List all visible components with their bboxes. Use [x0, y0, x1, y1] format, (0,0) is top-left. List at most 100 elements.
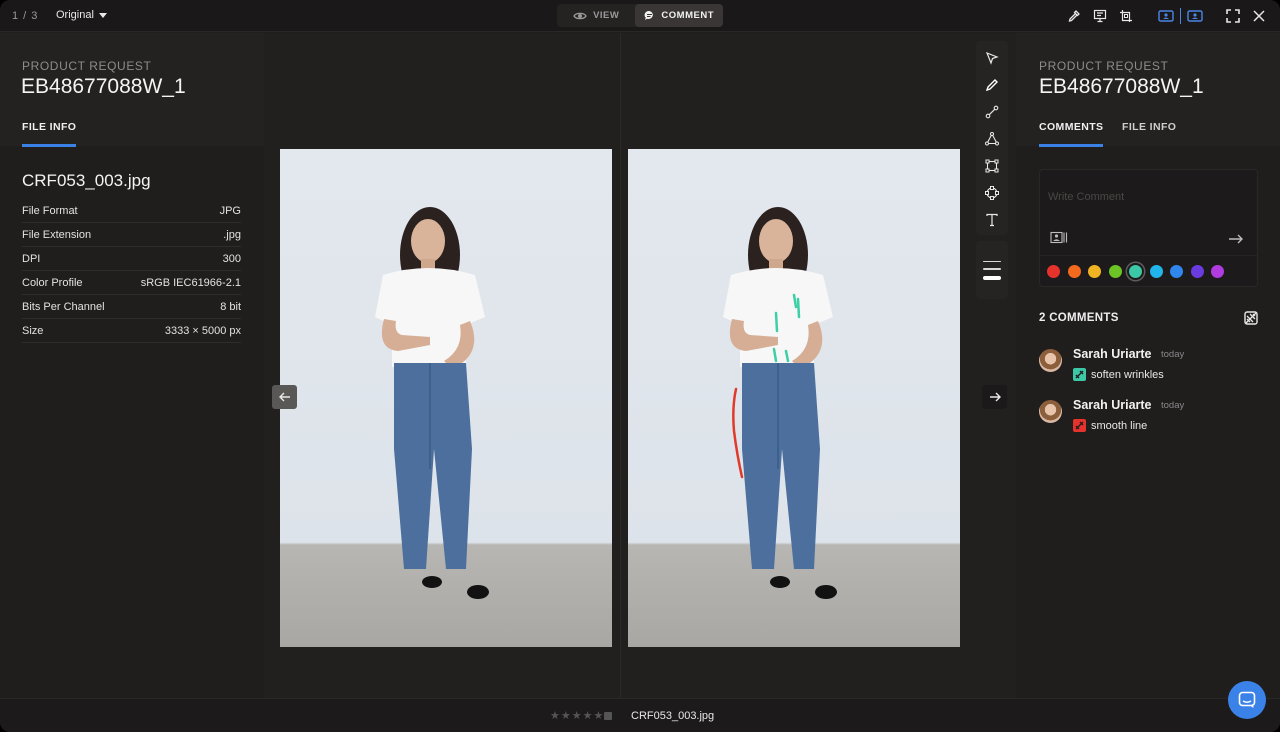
model-photo — [723, 207, 837, 599]
star-icon[interactable]: ★ — [572, 711, 582, 722]
annotated-image — [628, 149, 960, 647]
property-row: Color Profile sRGB IEC61966-2.1 — [22, 271, 241, 295]
ellipse-icon — [985, 186, 999, 200]
comment-time: today — [1161, 400, 1185, 411]
send-comment-button[interactable] — [1228, 231, 1244, 249]
property-value: sRGB IEC61966-2.1 — [140, 276, 241, 289]
left-panel-header: PRODUCT REQUEST EB48677088W_1 FILE INFO — [0, 33, 264, 147]
property-row: File Format JPG — [22, 199, 241, 223]
polygon-tool[interactable] — [982, 130, 1002, 148]
comment-author: Sarah Uriarte — [1073, 347, 1152, 361]
file-properties: File Format JPG File Extension .jpg DPI 300… — [22, 199, 241, 343]
rating-stars: ★ ★ ★ ★ ★ — [550, 711, 604, 722]
compare-button[interactable] — [1087, 5, 1113, 27]
star-icon[interactable]: ★ — [550, 711, 560, 722]
property-value: 300 — [222, 252, 241, 265]
text-tool[interactable] — [982, 211, 1002, 229]
support-chat-button[interactable] — [1228, 681, 1266, 719]
annotation-marker-icon — [1073, 419, 1086, 432]
property-key: Size — [22, 324, 44, 337]
close-button[interactable] — [1246, 5, 1272, 27]
property-row: File Extension .jpg — [22, 223, 241, 247]
request-id: EB48677088W_1 — [21, 75, 186, 98]
single-view-icon — [1158, 10, 1174, 22]
rectangle-icon — [985, 159, 999, 173]
next-image-button[interactable] — [982, 385, 1007, 409]
pencil-tool[interactable] — [982, 76, 1002, 94]
eyedropper-button[interactable] — [1061, 5, 1087, 27]
select-tool[interactable] — [982, 49, 1002, 67]
ellipse-tool[interactable] — [982, 184, 1002, 202]
color-swatch-teal[interactable] — [1129, 265, 1142, 278]
right-panel-header: PRODUCT REQUEST EB48677088W_1 COMMENTS F… — [1016, 33, 1280, 147]
attach-button[interactable] — [1050, 231, 1068, 249]
previous-image-button[interactable] — [272, 385, 297, 409]
comment-item[interactable]: Sarah Uriarte today soften wrinkles — [1039, 347, 1259, 391]
rectangle-tool[interactable] — [982, 157, 1002, 175]
star-icon[interactable]: ★ — [594, 711, 604, 722]
comment-mode-button[interactable]: COMMENT — [635, 4, 723, 27]
line-tool[interactable] — [982, 103, 1002, 121]
image-counter: 1 / 3 — [12, 10, 39, 22]
star-icon[interactable]: ★ — [583, 711, 593, 722]
bottom-bar: ★ ★ ★ ★ ★ CRF053_003.jpg — [0, 698, 1280, 732]
comment-input[interactable] — [1040, 170, 1257, 224]
crop-button[interactable] — [1113, 5, 1139, 27]
property-key: Color Profile — [22, 276, 83, 289]
comment-body: smooth line — [1073, 419, 1147, 432]
comment-item[interactable]: Sarah Uriarte today smooth line — [1039, 398, 1259, 442]
color-swatch-sky[interactable] — [1149, 265, 1163, 278]
version-label: Original — [56, 9, 94, 21]
color-swatch-orange[interactable] — [1067, 265, 1081, 278]
property-value: 8 bit — [220, 300, 241, 313]
avatar — [1039, 400, 1062, 423]
color-swatch-indigo[interactable] — [1190, 265, 1204, 278]
stroke-thin[interactable] — [983, 260, 1001, 262]
fullscreen-button[interactable] — [1220, 5, 1246, 27]
tab-comments[interactable]: COMMENTS — [1039, 121, 1104, 147]
text-icon — [986, 213, 998, 227]
red-annotation-stroke — [732, 387, 744, 479]
file-info-panel: PRODUCT REQUEST EB48677088W_1 FILE INFO … — [0, 33, 264, 698]
property-value: .jpg — [223, 228, 241, 241]
comment-mode-label: COMMENT — [661, 10, 714, 21]
tab-file-info[interactable]: FILE INFO — [22, 121, 77, 147]
property-value: JPG — [219, 204, 241, 217]
comment-text: soften wrinkles — [1091, 368, 1164, 381]
fullscreen-icon — [1226, 9, 1240, 23]
version-dropdown[interactable]: Original — [56, 9, 107, 21]
color-swatch-blue[interactable] — [1170, 265, 1183, 278]
color-swatch-red[interactable] — [1047, 265, 1060, 278]
eye-icon — [573, 12, 587, 19]
mode-switcher: VIEW COMMENT — [557, 4, 723, 27]
hide-annotations-icon — [1244, 311, 1258, 325]
toggle-annotations-button[interactable] — [1244, 311, 1258, 330]
polygon-icon — [985, 132, 999, 146]
pencil-icon — [985, 79, 998, 92]
split-view-button[interactable] — [1182, 5, 1208, 27]
comment-author: Sarah Uriarte — [1073, 398, 1152, 412]
product-request-label: PRODUCT REQUEST — [1039, 59, 1169, 73]
view-mode-button[interactable]: VIEW — [557, 4, 635, 27]
color-swatch-green[interactable] — [1108, 265, 1122, 278]
stroke-thick[interactable] — [983, 275, 1001, 280]
comment-composer — [1039, 169, 1258, 287]
color-swatch-yellow[interactable] — [1088, 265, 1101, 278]
speech-bubble-icon — [645, 10, 654, 20]
original-image — [280, 149, 612, 647]
view-separator — [1180, 8, 1181, 24]
tab-file-info[interactable]: FILE INFO — [1122, 121, 1176, 144]
arrow-left-icon — [278, 392, 290, 402]
property-row: Size 3333 × 5000 px — [22, 319, 241, 343]
stroke-medium[interactable] — [983, 267, 1001, 270]
stroke-width-picker — [976, 241, 1008, 299]
flag-icon[interactable] — [604, 712, 612, 720]
chevron-down-icon — [98, 12, 107, 18]
image-review-window: 1 / 3 Original VIEW COMMENT PRODUCT REQU… — [0, 0, 1280, 732]
model-photo — [375, 207, 489, 599]
single-view-button[interactable] — [1153, 5, 1179, 27]
color-swatch-purple[interactable] — [1211, 265, 1224, 278]
star-icon[interactable]: ★ — [561, 711, 571, 722]
